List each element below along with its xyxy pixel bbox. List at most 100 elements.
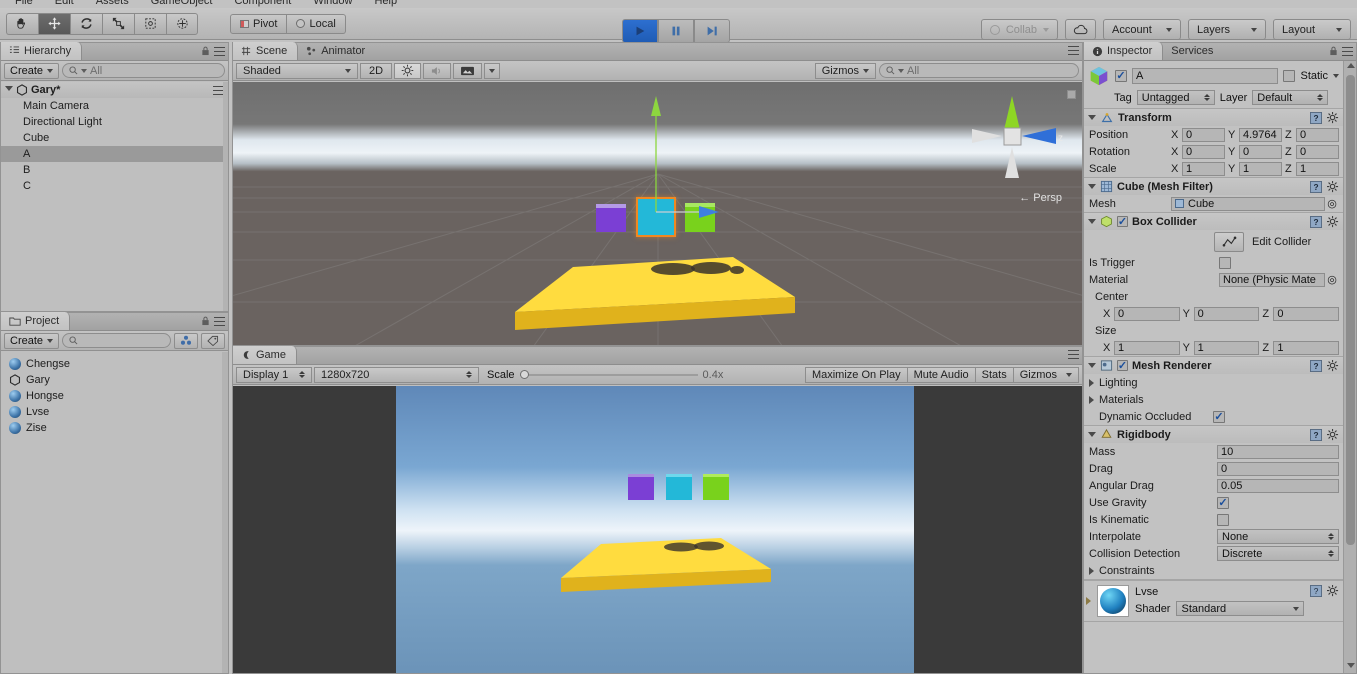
mesh-filter-header[interactable]: Cube (Mesh Filter) ? (1084, 178, 1343, 195)
scene-maximize-handle[interactable] (1067, 90, 1076, 99)
edit-collider-button[interactable] (1214, 232, 1244, 252)
static-checkbox[interactable] (1283, 70, 1296, 82)
account-button[interactable]: Account (1103, 19, 1181, 40)
scene-shading-dropdown[interactable]: Shaded (236, 62, 358, 79)
mass-input[interactable]: 10 (1217, 444, 1339, 459)
rotation-x-input[interactable]: 0 (1182, 144, 1225, 159)
collider-material-field[interactable]: None (Physic Mate (1219, 272, 1325, 287)
hierarchy-item-main-camera[interactable]: Main Camera (1, 98, 228, 114)
project-filter-type-button[interactable] (174, 332, 198, 349)
pause-button[interactable] (658, 19, 694, 43)
panel-menu-icon[interactable] (1342, 46, 1353, 56)
gear-icon[interactable] (1327, 585, 1339, 597)
center-x-input[interactable]: 0 (1114, 306, 1180, 321)
scale-z-input[interactable]: 1 (1296, 161, 1339, 176)
gear-icon[interactable] (1327, 180, 1339, 193)
use-gravity-checkbox[interactable] (1217, 496, 1229, 509)
scene-fx-button[interactable] (453, 62, 482, 79)
panel-menu-icon[interactable] (1068, 46, 1079, 55)
collision-detection-dropdown[interactable]: Discrete (1217, 546, 1339, 561)
chevron-down-icon[interactable] (1088, 432, 1096, 437)
chevron-right-icon[interactable] (1089, 378, 1094, 387)
inspector-scroll-thumb[interactable] (1346, 75, 1355, 545)
pivot-button[interactable]: Pivot (230, 13, 288, 34)
gear-icon[interactable] (1327, 215, 1339, 228)
constraints-foldout-row[interactable]: Constraints (1084, 562, 1343, 579)
help-icon[interactable]: ? (1310, 180, 1322, 193)
chevron-down-icon[interactable] (1088, 219, 1096, 224)
project-item-chengse[interactable]: Chengse (1, 356, 222, 372)
shader-dropdown[interactable]: Standard (1176, 601, 1304, 616)
mesh-picker-icon[interactable]: ◎ (1325, 197, 1339, 210)
move-tool-button[interactable] (38, 12, 70, 35)
tab-inspector[interactable]: Inspector (1084, 42, 1164, 60)
help-icon[interactable]: ? (1310, 585, 1322, 597)
menu-item-component[interactable]: Component (223, 0, 302, 8)
scene-fx-dropdown[interactable] (484, 62, 500, 79)
rigidbody-header[interactable]: Rigidbody ? (1084, 426, 1343, 443)
game-viewport[interactable] (233, 386, 1082, 673)
game-resolution-dropdown[interactable]: 1280x720 (314, 366, 479, 383)
dynamic-occluded-checkbox[interactable] (1213, 410, 1225, 423)
hierarchy-item-a[interactable]: A (1, 146, 228, 162)
tab-game[interactable]: Game (233, 346, 297, 364)
gear-icon[interactable] (1327, 111, 1339, 124)
hierarchy-scrollbar[interactable] (223, 82, 228, 311)
chevron-down-icon[interactable] (5, 86, 13, 94)
layout-button[interactable]: Layout (1273, 19, 1351, 40)
project-item-zise[interactable]: Zise (1, 420, 222, 436)
center-z-input[interactable]: 0 (1273, 306, 1340, 321)
scene-gizmos-button[interactable]: Gizmos (814, 62, 876, 79)
project-item-gary[interactable]: Gary (1, 372, 222, 388)
chevron-down-icon[interactable] (1333, 74, 1339, 78)
gear-icon[interactable] (1327, 428, 1339, 441)
chevron-right-icon[interactable] (1089, 566, 1094, 575)
position-x-input[interactable]: 0 (1182, 127, 1225, 142)
hierarchy-item-c[interactable]: C (1, 178, 228, 194)
menu-item-window[interactable]: Window (302, 0, 363, 8)
scene-lighting-toggle[interactable] (394, 62, 421, 79)
chevron-down-icon[interactable] (1088, 115, 1096, 120)
cloud-button[interactable] (1065, 19, 1096, 40)
scroll-up-arrow[interactable] (1346, 63, 1355, 71)
project-search-input[interactable] (62, 333, 171, 348)
object-name-input[interactable]: A (1132, 68, 1279, 84)
mesh-renderer-header[interactable]: Mesh Renderer ? (1084, 357, 1343, 374)
hierarchy-item-cube[interactable]: Cube (1, 130, 228, 146)
scroll-down-arrow[interactable] (1346, 663, 1355, 671)
project-create-button[interactable]: Create (4, 332, 60, 349)
position-y-input[interactable]: 4.9764 (1239, 127, 1282, 142)
rotation-y-input[interactable]: 0 (1239, 144, 1282, 159)
tab-animator[interactable]: Animator (298, 42, 375, 60)
help-icon[interactable]: ? (1310, 428, 1322, 441)
is-trigger-checkbox[interactable] (1219, 256, 1231, 269)
scale-x-input[interactable]: 1 (1182, 161, 1225, 176)
local-button[interactable]: Local (287, 13, 346, 34)
mesh-object-field[interactable]: Cube (1171, 196, 1325, 211)
center-y-input[interactable]: 0 (1193, 306, 1260, 321)
menu-item-help[interactable]: Help (363, 0, 408, 8)
scene-2d-toggle[interactable]: 2D (360, 62, 392, 79)
chevron-down-icon[interactable] (1088, 363, 1096, 368)
scene-viewport[interactable]: z ← Persp (233, 82, 1082, 345)
tag-dropdown[interactable]: Untagged (1136, 90, 1215, 105)
scene-search-input[interactable]: All (879, 63, 1079, 78)
hand-tool-button[interactable] (6, 12, 38, 35)
lighting-foldout-row[interactable]: Lighting (1084, 374, 1343, 391)
game-maximize-on-play-button[interactable]: Maximize On Play (804, 366, 907, 383)
hierarchy-scene-root[interactable]: Gary* (1, 82, 228, 98)
box-collider-enabled-checkbox[interactable] (1117, 216, 1128, 227)
object-enabled-checkbox[interactable] (1115, 70, 1127, 82)
scale-y-input[interactable]: 1 (1239, 161, 1282, 176)
collab-button[interactable]: Collab (980, 19, 1058, 40)
project-scrollbar[interactable] (222, 352, 228, 673)
mesh-renderer-enabled-checkbox[interactable] (1117, 360, 1128, 371)
game-gizmos-button[interactable]: Gizmos (1012, 366, 1079, 383)
menu-item-assets[interactable]: Assets (85, 0, 140, 8)
chevron-down-icon[interactable] (1088, 184, 1096, 189)
scene-orientation-gizmo[interactable]: z (964, 90, 1064, 190)
hierarchy-item-b[interactable]: B (1, 162, 228, 178)
menu-item-gameobject[interactable]: GameObject (140, 0, 224, 8)
transform-tool-button[interactable] (166, 12, 198, 35)
chevron-right-icon[interactable] (1089, 395, 1094, 404)
